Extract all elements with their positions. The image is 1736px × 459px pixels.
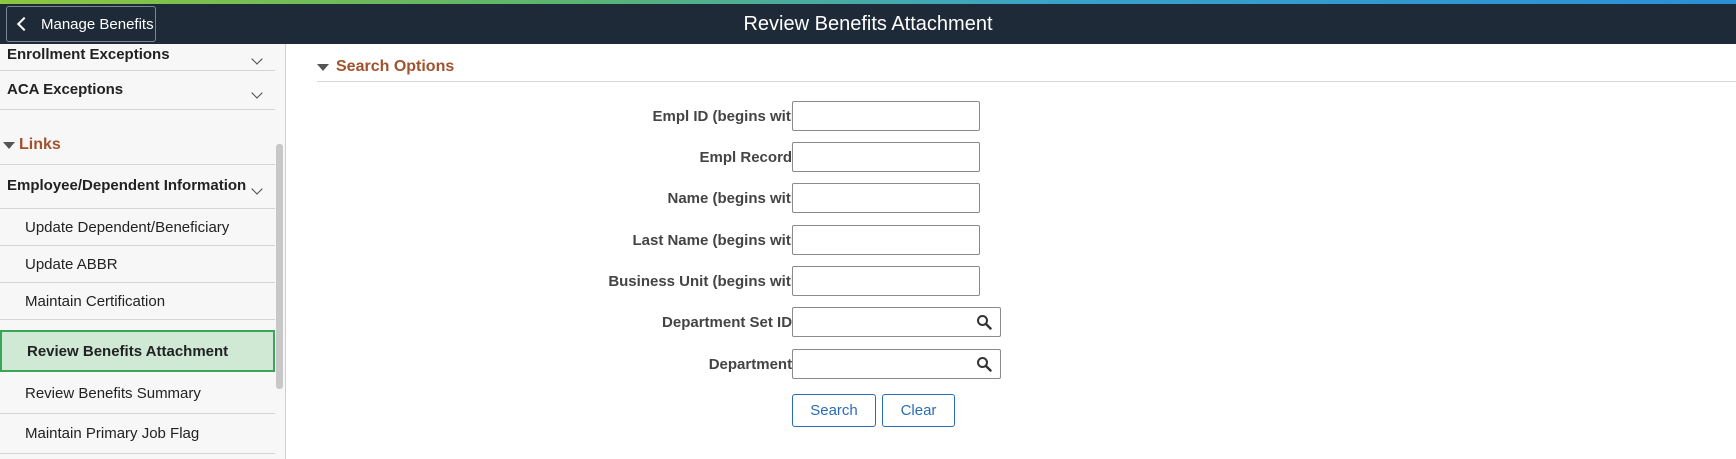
links-header-label: Links [19, 136, 61, 153]
back-button[interactable]: Manage Benefits [6, 6, 156, 42]
empl-id-input[interactable] [792, 101, 980, 131]
sidebar-item-label: Maintain Primary Job Flag [25, 425, 200, 442]
sidebar: Enrollment Exceptions ACA Exceptions Lin… [0, 44, 286, 459]
page-title: Review Benefits Attachment [743, 13, 993, 35]
last-name-label: Last Name (begins with) [632, 232, 805, 249]
sidebar-item-label: Maintain Certification [25, 292, 166, 310]
section-divider [317, 81, 1736, 82]
main-content: Search Options Empl ID (begins with) Emp… [287, 44, 1736, 459]
sidebar-item-label: Review Benefits Summary [25, 385, 201, 402]
empl-record-input[interactable] [792, 142, 980, 172]
group-employee-dependent-information[interactable]: Employee/Dependent Information [0, 164, 275, 209]
collapse-triangle-icon [317, 63, 329, 71]
header-bar: Review Benefits Attachment Manage Benefi… [0, 4, 1736, 44]
department-input[interactable] [792, 349, 1001, 379]
field-row-empl-record: Empl Record = [287, 142, 1736, 172]
section-label: ACA Exceptions [7, 81, 124, 98]
field-row-last-name: Last Name (begins with) [287, 225, 1736, 255]
group-label: Employee/Dependent Information [7, 177, 247, 194]
last-name-input[interactable] [792, 225, 980, 255]
department-set-id-input[interactable] [792, 307, 1001, 337]
sidebar-item-review-benefits-attachment[interactable]: Review Benefits Attachment [0, 330, 275, 372]
name-input[interactable] [792, 183, 980, 213]
sidebar-scrollbar[interactable] [276, 144, 283, 389]
field-row-name: Name (begins with) [287, 183, 1736, 213]
section-enrollment-exceptions[interactable]: Enrollment Exceptions [0, 44, 275, 71]
field-row-department-set-id: Department Set ID = [287, 307, 1736, 337]
chevron-down-icon [251, 87, 263, 99]
business-unit-label: Business Unit (begins with) [608, 273, 805, 290]
sidebar-item-maintain-certification[interactable]: Maintain Certification [0, 283, 275, 320]
search-options-label: Search Options [336, 58, 455, 75]
business-unit-input[interactable] [792, 266, 980, 296]
department-label: Department = [708, 356, 805, 373]
sidebar-item-label: Review Benefits Attachment [27, 342, 229, 360]
search-button[interactable]: Search [792, 394, 876, 427]
field-row-business-unit: Business Unit (begins with) [287, 266, 1736, 296]
links-header[interactable]: Links [3, 136, 61, 154]
empl-id-label: Empl ID (begins with) [652, 108, 806, 125]
search-icon[interactable] [976, 356, 992, 372]
section-aca-exceptions[interactable]: ACA Exceptions [0, 71, 275, 110]
sidebar-item-label: Update ABBR [25, 255, 118, 273]
chevron-down-icon [251, 53, 263, 65]
chevron-left-icon [16, 16, 32, 32]
clear-button[interactable]: Clear [882, 394, 955, 427]
sidebar-item-update-abbr[interactable]: Update ABBR [0, 246, 275, 283]
chevron-down-icon [251, 183, 263, 195]
section-label: Enrollment Exceptions [7, 46, 170, 63]
department-set-id-label: Department Set ID = [662, 314, 805, 331]
field-row-empl-id: Empl ID (begins with) [287, 101, 1736, 131]
back-button-label: Manage Benefits [41, 15, 154, 33]
search-icon[interactable] [976, 314, 992, 330]
empl-record-label: Empl Record = [699, 149, 805, 166]
name-label: Name (begins with) [667, 190, 805, 207]
search-options-header[interactable]: Search Options [317, 58, 454, 76]
sidebar-item-label: Update Dependent/Beneficiary [25, 218, 230, 236]
sidebar-item-update-dependent-beneficiary[interactable]: Update Dependent/Beneficiary [0, 209, 275, 246]
field-row-department: Department = [287, 349, 1736, 379]
collapse-triangle-icon [3, 141, 15, 149]
sidebar-item-review-benefits-summary[interactable]: Review Benefits Summary [0, 374, 275, 414]
sidebar-item-maintain-primary-job-flag[interactable]: Maintain Primary Job Flag [0, 414, 275, 454]
